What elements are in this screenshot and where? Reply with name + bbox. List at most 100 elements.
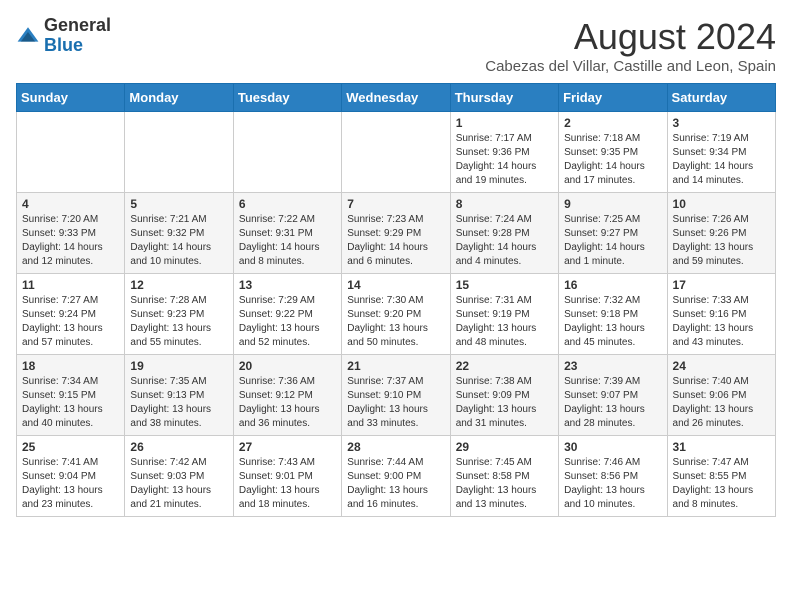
day-info: Sunrise: 7:37 AMSunset: 9:10 PMDaylight:… xyxy=(347,375,444,431)
calendar-cell: 13 Sunrise: 7:29 AMSunset: 9:22 PMDayligh… xyxy=(233,274,341,355)
day-number: 19 xyxy=(130,359,227,373)
day-number: 22 xyxy=(456,359,553,373)
calendar-subtitle: Cabezas del Villar, Castille and Leon, S… xyxy=(485,58,776,75)
day-info: Sunrise: 7:28 AMSunset: 9:23 PMDaylight:… xyxy=(130,294,227,350)
logo-blue: Blue xyxy=(44,36,111,56)
day-number: 7 xyxy=(347,197,444,211)
header-wednesday: Wednesday xyxy=(342,84,450,112)
day-info: Sunrise: 7:21 AMSunset: 9:32 PMDaylight:… xyxy=(130,213,227,269)
day-info: Sunrise: 7:19 AMSunset: 9:34 PMDaylight:… xyxy=(673,132,770,188)
day-number: 17 xyxy=(673,278,770,292)
header: General Blue August 2024 Cabezas del Vil… xyxy=(16,16,776,75)
day-number: 10 xyxy=(673,197,770,211)
calendar-cell: 25Sunrise: 7:41 AMSunset: 9:04 PMDayligh… xyxy=(17,436,125,517)
calendar-header-row: SundayMondayTuesdayWednesdayThursdayFrid… xyxy=(17,84,776,112)
day-number: 11 xyxy=(22,278,119,292)
calendar-cell: 31Sunrise: 7:47 AMSunset: 8:55 PMDayligh… xyxy=(667,436,775,517)
day-info: Sunrise: 7:30 AMSunset: 9:20 PMDaylight:… xyxy=(347,294,444,350)
header-friday: Friday xyxy=(559,84,667,112)
calendar-cell: 21 Sunrise: 7:37 AMSunset: 9:10 PMDayligh… xyxy=(342,355,450,436)
title-area: August 2024 Cabezas del Villar, Castille… xyxy=(485,16,776,75)
calendar-title: August 2024 xyxy=(485,16,776,58)
header-sunday: Sunday xyxy=(17,84,125,112)
day-number: 24 xyxy=(673,359,770,373)
day-number: 14 xyxy=(347,278,444,292)
calendar-cell: 2Sunrise: 7:18 AMSunset: 9:35 PMDaylight… xyxy=(559,112,667,193)
day-info: Sunrise: 7:47 AMSunset: 8:55 PMDaylight:… xyxy=(673,456,770,512)
calendar-table: SundayMondayTuesdayWednesdayThursdayFrid… xyxy=(16,83,776,517)
calendar-cell: 11 Sunrise: 7:27 AMSunset: 9:24 PMDayligh… xyxy=(17,274,125,355)
day-number: 21 xyxy=(347,359,444,373)
day-info: Sunrise: 7:29 AMSunset: 9:22 PMDaylight:… xyxy=(239,294,336,350)
day-number: 3 xyxy=(673,116,770,130)
day-info: Sunrise: 7:44 AMSunset: 9:00 PMDaylight:… xyxy=(347,456,444,512)
header-thursday: Thursday xyxy=(450,84,558,112)
calendar-cell xyxy=(125,112,233,193)
calendar-cell: 6 Sunrise: 7:22 AMSunset: 9:31 PMDaylight… xyxy=(233,193,341,274)
day-number: 13 xyxy=(239,278,336,292)
calendar-cell: 12 Sunrise: 7:28 AMSunset: 9:23 PMDayligh… xyxy=(125,274,233,355)
day-info: Sunrise: 7:35 AMSunset: 9:13 PMDaylight:… xyxy=(130,375,227,431)
calendar-cell xyxy=(17,112,125,193)
calendar-cell: 10 Sunrise: 7:26 AMSunset: 9:26 PMDayligh… xyxy=(667,193,775,274)
day-info: Sunrise: 7:20 AMSunset: 9:33 PMDaylight:… xyxy=(22,213,119,269)
day-info: Sunrise: 7:26 AMSunset: 9:26 PMDaylight:… xyxy=(673,213,770,269)
day-number: 1 xyxy=(456,116,553,130)
calendar-cell: 17 Sunrise: 7:33 AMSunset: 9:16 PMDayligh… xyxy=(667,274,775,355)
logo: General Blue xyxy=(16,16,111,56)
day-info: Sunrise: 7:43 AMSunset: 9:01 PMDaylight:… xyxy=(239,456,336,512)
day-info: Sunrise: 7:31 AMSunset: 9:19 PMDaylight:… xyxy=(456,294,553,350)
day-info: Sunrise: 7:18 AMSunset: 9:35 PMDaylight:… xyxy=(564,132,661,188)
day-info: Sunrise: 7:45 AMSunset: 8:58 PMDaylight:… xyxy=(456,456,553,512)
calendar-cell xyxy=(342,112,450,193)
day-info: Sunrise: 7:24 AMSunset: 9:28 PMDaylight:… xyxy=(456,213,553,269)
day-info: Sunrise: 7:25 AMSunset: 9:27 PMDaylight:… xyxy=(564,213,661,269)
calendar-cell: 15 Sunrise: 7:31 AMSunset: 9:19 PMDayligh… xyxy=(450,274,558,355)
header-saturday: Saturday xyxy=(667,84,775,112)
calendar-cell: 23 Sunrise: 7:39 AMSunset: 9:07 PMDayligh… xyxy=(559,355,667,436)
day-info: Sunrise: 7:46 AMSunset: 8:56 PMDaylight:… xyxy=(564,456,661,512)
calendar-cell: 19 Sunrise: 7:35 AMSunset: 9:13 PMDayligh… xyxy=(125,355,233,436)
day-number: 6 xyxy=(239,197,336,211)
day-number: 23 xyxy=(564,359,661,373)
calendar-cell: 18Sunrise: 7:34 AMSunset: 9:15 PMDayligh… xyxy=(17,355,125,436)
day-number: 18 xyxy=(22,359,119,373)
day-info: Sunrise: 7:41 AMSunset: 9:04 PMDaylight:… xyxy=(22,456,119,512)
calendar-cell: 30 Sunrise: 7:46 AMSunset: 8:56 PMDayligh… xyxy=(559,436,667,517)
day-number: 30 xyxy=(564,440,661,454)
day-info: Sunrise: 7:27 AMSunset: 9:24 PMDaylight:… xyxy=(22,294,119,350)
calendar-cell: 26 Sunrise: 7:42 AMSunset: 9:03 PMDayligh… xyxy=(125,436,233,517)
calendar-cell: 8Sunrise: 7:24 AMSunset: 9:28 PMDaylight… xyxy=(450,193,558,274)
logo-general: General xyxy=(44,16,111,36)
day-info: Sunrise: 7:22 AMSunset: 9:31 PMDaylight:… xyxy=(239,213,336,269)
day-number: 16 xyxy=(564,278,661,292)
calendar-cell: 3 Sunrise: 7:19 AMSunset: 9:34 PMDaylight… xyxy=(667,112,775,193)
calendar-cell: 28 Sunrise: 7:44 AMSunset: 9:00 PMDayligh… xyxy=(342,436,450,517)
header-monday: Monday xyxy=(125,84,233,112)
day-number: 15 xyxy=(456,278,553,292)
calendar-cell: 5 Sunrise: 7:21 AMSunset: 9:32 PMDaylight… xyxy=(125,193,233,274)
logo-icon xyxy=(16,24,40,48)
day-info: Sunrise: 7:33 AMSunset: 9:16 PMDaylight:… xyxy=(673,294,770,350)
day-info: Sunrise: 7:23 AMSunset: 9:29 PMDaylight:… xyxy=(347,213,444,269)
calendar-cell: 27Sunrise: 7:43 AMSunset: 9:01 PMDayligh… xyxy=(233,436,341,517)
calendar-cell: 22 Sunrise: 7:38 AMSunset: 9:09 PMDayligh… xyxy=(450,355,558,436)
day-info: Sunrise: 7:42 AMSunset: 9:03 PMDaylight:… xyxy=(130,456,227,512)
day-number: 5 xyxy=(130,197,227,211)
calendar-cell: 24Sunrise: 7:40 AMSunset: 9:06 PMDayligh… xyxy=(667,355,775,436)
week-row-1: 4Sunrise: 7:20 AMSunset: 9:33 PMDaylight… xyxy=(17,193,776,274)
calendar-cell: 7 Sunrise: 7:23 AMSunset: 9:29 PMDaylight… xyxy=(342,193,450,274)
calendar-cell: 16 Sunrise: 7:32 AMSunset: 9:18 PMDayligh… xyxy=(559,274,667,355)
day-info: Sunrise: 7:32 AMSunset: 9:18 PMDaylight:… xyxy=(564,294,661,350)
day-number: 28 xyxy=(347,440,444,454)
week-row-3: 18Sunrise: 7:34 AMSunset: 9:15 PMDayligh… xyxy=(17,355,776,436)
calendar-cell: 1Sunrise: 7:17 AMSunset: 9:36 PMDaylight… xyxy=(450,112,558,193)
day-info: Sunrise: 7:39 AMSunset: 9:07 PMDaylight:… xyxy=(564,375,661,431)
day-info: Sunrise: 7:38 AMSunset: 9:09 PMDaylight:… xyxy=(456,375,553,431)
header-tuesday: Tuesday xyxy=(233,84,341,112)
day-number: 12 xyxy=(130,278,227,292)
day-number: 26 xyxy=(130,440,227,454)
day-number: 9 xyxy=(564,197,661,211)
calendar-cell: 20Sunrise: 7:36 AMSunset: 9:12 PMDayligh… xyxy=(233,355,341,436)
calendar-cell: 9 Sunrise: 7:25 AMSunset: 9:27 PMDaylight… xyxy=(559,193,667,274)
